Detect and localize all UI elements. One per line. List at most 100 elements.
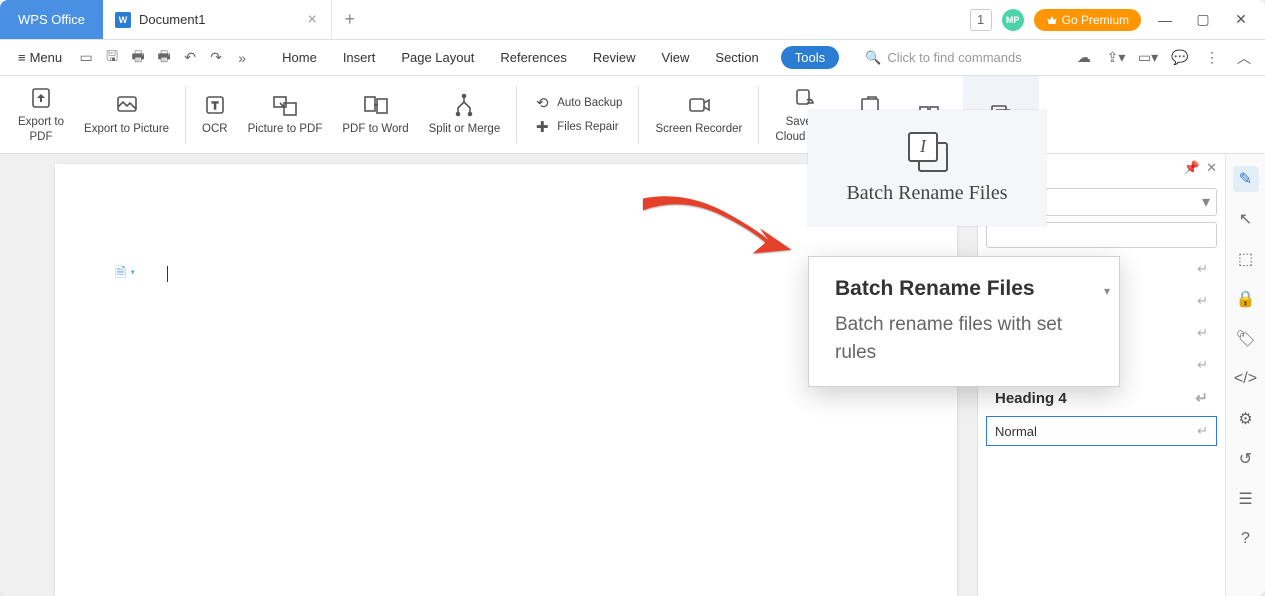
doc-icon: W xyxy=(115,12,131,28)
share-icon[interactable]: ⇪▾ xyxy=(1105,47,1127,69)
ocr-icon: T xyxy=(203,92,227,118)
batch-rename-caption: Batch Rename Files xyxy=(846,182,1007,205)
split-or-merge-label: Split or Merge xyxy=(429,122,501,136)
qat-more-icon[interactable]: » xyxy=(232,48,252,68)
hamburger-icon: ≡ xyxy=(18,50,26,65)
pdf-to-word-label: PDF to Word xyxy=(342,122,408,136)
right-sidebar: ✎ ↖ ⬚ 🔒 🏷 </> ⚙ ↺ ☰ ? xyxy=(1225,154,1265,596)
return-icon: ↵ xyxy=(1197,357,1208,373)
return-icon: ↵ xyxy=(1197,293,1208,309)
undo-icon[interactable]: ↶ xyxy=(180,48,200,68)
new-tab-button[interactable]: + xyxy=(332,0,368,39)
menu-label: Menu xyxy=(30,50,63,65)
document-title: Document1 xyxy=(139,12,205,27)
search-icon: 🔍 xyxy=(865,50,881,66)
picture-to-pdf-label: Picture to PDF xyxy=(248,122,323,136)
close-panel-icon[interactable]: ✕ xyxy=(1206,160,1217,176)
svg-text:T: T xyxy=(212,101,218,112)
tab-section[interactable]: Section xyxy=(711,44,762,71)
pdf-to-word-button[interactable]: PDF to Word xyxy=(332,76,418,153)
maximize-button[interactable]: ▢ xyxy=(1189,8,1217,32)
open-icon[interactable]: ▭ xyxy=(76,48,96,68)
menubar: ≡ Menu ▭ 🖫 🖶 🖶 ↶ ↷ » Home Insert Page La… xyxy=(0,40,1265,76)
go-premium-button[interactable]: Go Premium xyxy=(1034,9,1141,31)
minimize-button[interactable]: — xyxy=(1151,8,1179,32)
files-repair-button[interactable]: ✚ Files Repair xyxy=(533,118,622,136)
collapse-ribbon-icon[interactable]: ︿ xyxy=(1233,47,1255,69)
kebab-icon[interactable]: ⋮ xyxy=(1201,47,1223,69)
style-label: Normal xyxy=(995,424,1037,439)
chevron-down-icon: ▾ xyxy=(1202,192,1210,212)
cloud-save-icon xyxy=(793,85,817,111)
batch-rename-big-icon: I xyxy=(906,132,948,174)
pic-to-pdf-icon xyxy=(272,92,298,118)
pdf-icon xyxy=(29,85,53,111)
export-to-pdf-button[interactable]: Export to PDF xyxy=(8,76,74,153)
export-to-picture-button[interactable]: Export to Picture xyxy=(74,76,179,153)
comment-icon[interactable]: 💬 xyxy=(1169,47,1191,69)
titlebar: WPS Office W Document1 × + 1 MP Go Premi… xyxy=(0,0,1265,40)
pin-icon[interactable]: 📌 xyxy=(1184,160,1200,176)
close-window-button[interactable]: ✕ xyxy=(1227,8,1255,32)
files-repair-label: Files Repair xyxy=(557,121,618,133)
tab-view[interactable]: View xyxy=(657,44,693,71)
split-merge-icon xyxy=(452,92,476,118)
screen-recorder-button[interactable]: Screen Recorder xyxy=(645,76,752,153)
ocr-button[interactable]: T OCR xyxy=(192,76,238,153)
export-to-pdf-label: Export to PDF xyxy=(18,115,64,144)
tab-home[interactable]: Home xyxy=(278,44,321,71)
text-caret xyxy=(167,266,168,282)
recorder-icon xyxy=(687,92,711,118)
dropdown-caret-icon: ▾ xyxy=(1104,284,1110,298)
app-tab[interactable]: WPS Office xyxy=(0,0,103,39)
tab-tools[interactable]: Tools xyxy=(781,46,839,69)
auto-backup-label: Auto Backup xyxy=(557,97,622,109)
menubar-right: ☁ ⇪▾ ▭▾ 💬 ⋮ ︿ xyxy=(1073,47,1255,69)
separator xyxy=(638,86,639,143)
save-icon[interactable]: 🖫 xyxy=(102,48,122,68)
help-icon[interactable]: ? xyxy=(1233,526,1259,552)
batch-rename-highlight[interactable]: I Batch Rename Files xyxy=(808,110,1046,226)
repair-icon: ✚ xyxy=(533,118,551,136)
close-tab-icon[interactable]: × xyxy=(303,11,320,29)
redo-icon[interactable]: ↷ xyxy=(206,48,226,68)
code-icon[interactable]: </> xyxy=(1233,366,1259,392)
auto-backup-button[interactable]: ⟲Auto Backup xyxy=(533,94,622,112)
cursor-icon[interactable]: ↖ xyxy=(1233,206,1259,232)
lock-icon[interactable]: 🔒 xyxy=(1233,286,1259,312)
avatar[interactable]: MP xyxy=(1002,9,1024,31)
toolbox-icon[interactable]: ▭▾ xyxy=(1137,47,1159,69)
picture-to-pdf-button[interactable]: Picture to PDF xyxy=(238,76,333,153)
cloud-icon[interactable]: ☁ xyxy=(1073,47,1095,69)
ribbon: Export to PDF Export to Picture T OCR Pi… xyxy=(0,76,1265,154)
command-search[interactable]: 🔍 Click to find commands xyxy=(865,50,1022,66)
document-tab[interactable]: W Document1 × xyxy=(103,0,332,39)
menu-button[interactable]: ≡ Menu xyxy=(10,46,70,69)
tooltip-title: Batch Rename Files xyxy=(835,277,1093,301)
print-icon[interactable]: 🖶 xyxy=(128,48,148,68)
tab-page-layout[interactable]: Page Layout xyxy=(397,44,478,71)
list-icon[interactable]: ☰ xyxy=(1233,486,1259,512)
quick-access-toolbar: ▭ 🖫 🖶 🖶 ↶ ↷ » xyxy=(76,48,252,68)
edit-tool-icon[interactable]: ✎ xyxy=(1233,166,1259,192)
return-icon: ↵ xyxy=(1197,325,1208,341)
select-icon[interactable]: ⬚ xyxy=(1233,246,1259,272)
picture-icon xyxy=(115,92,139,118)
pdf-to-word-icon xyxy=(363,92,389,118)
separator xyxy=(185,86,186,143)
screen-recorder-label: Screen Recorder xyxy=(655,122,742,136)
settings-icon[interactable]: ⚙ xyxy=(1233,406,1259,432)
paragraph-marker-icon[interactable]: 🗎 ▾ xyxy=(115,262,135,286)
tooltip-description: Batch rename files with set rules xyxy=(835,311,1093,366)
return-icon: ↵ xyxy=(1197,261,1208,277)
style-item-normal[interactable]: Normal↵ xyxy=(986,416,1217,446)
history-icon[interactable]: ↺ xyxy=(1233,446,1259,472)
tab-references[interactable]: References xyxy=(496,44,570,71)
print-preview-icon[interactable]: 🖶 xyxy=(154,48,174,68)
tag-icon[interactable]: 🏷 xyxy=(1233,326,1259,352)
tab-review[interactable]: Review xyxy=(589,44,640,71)
split-or-merge-button[interactable]: Split or Merge xyxy=(419,76,511,153)
tab-insert[interactable]: Insert xyxy=(339,44,380,71)
window-count-badge[interactable]: 1 xyxy=(970,9,992,31)
ribbon-tabs: Home Insert Page Layout References Revie… xyxy=(278,44,839,71)
